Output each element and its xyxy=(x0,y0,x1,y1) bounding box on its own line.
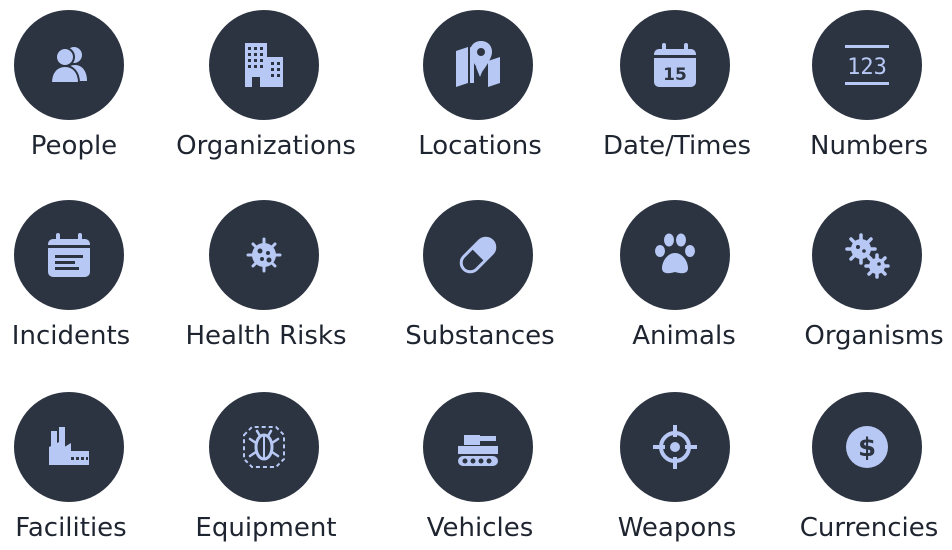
category-label: Organizations xyxy=(176,131,356,161)
factory-icon xyxy=(14,392,124,502)
category-tile-people[interactable]: People xyxy=(0,10,190,180)
numbers-text: 123 xyxy=(847,55,887,80)
category-label: Incidents xyxy=(11,321,131,351)
category-tile-organizations[interactable]: Organizations xyxy=(176,10,385,180)
tank-icon xyxy=(423,392,533,502)
people-icon xyxy=(14,10,124,120)
category-label: Organisms xyxy=(804,321,944,351)
category-label: Currencies xyxy=(799,513,939,543)
category-tile-facilities[interactable]: Facilities xyxy=(0,392,190,550)
category-tile-weapons[interactable]: Weapons xyxy=(606,392,796,550)
currency-symbol-text: $ xyxy=(858,433,876,463)
category-tile-equipment[interactable]: Equipment xyxy=(195,392,385,550)
category-label: Health Risks xyxy=(185,321,347,351)
crosshair-icon xyxy=(620,392,730,502)
category-label: Date/Times xyxy=(602,131,752,161)
category-tile-incidents[interactable]: Incidents xyxy=(0,200,190,370)
building-icon xyxy=(209,10,319,120)
category-label: Locations xyxy=(418,131,542,161)
category-label: People xyxy=(30,131,118,161)
category-tile-vehicles[interactable]: Vehicles xyxy=(409,392,599,550)
category-label: Equipment xyxy=(195,513,337,543)
category-label: Facilities xyxy=(15,513,127,543)
category-tile-locations[interactable]: Locations xyxy=(409,10,599,180)
category-label: Animals xyxy=(632,321,736,351)
gears-icon xyxy=(812,200,922,310)
category-label: Weapons xyxy=(617,513,737,543)
pill-icon xyxy=(423,200,533,310)
paw-icon xyxy=(620,200,730,310)
dollar-coin-icon: $ xyxy=(812,392,922,502)
virus-icon xyxy=(209,200,319,310)
category-tile-currencies[interactable]: $ Currencies xyxy=(798,392,952,550)
calendar-icon: 15 xyxy=(620,10,730,120)
category-tile-health-risks[interactable]: Health Risks xyxy=(185,200,385,370)
category-label: Vehicles xyxy=(426,513,534,543)
category-tile-substances[interactable]: Substances xyxy=(405,200,599,370)
category-tile-date-times[interactable]: 15 Date/Times xyxy=(603,10,796,180)
bug-frame-icon xyxy=(209,392,319,502)
category-tile-organisms[interactable]: Organisms xyxy=(798,200,952,370)
category-tile-numbers[interactable]: 123 Numbers xyxy=(798,10,952,180)
category-label: Substances xyxy=(405,321,555,351)
category-tile-animals[interactable]: Animals xyxy=(606,200,796,370)
incident-calendar-icon xyxy=(14,200,124,310)
map-pin-icon xyxy=(423,10,533,120)
calendar-day-text: 15 xyxy=(663,65,687,85)
category-grid: People Organizations Locations 15 Date/T… xyxy=(0,0,952,550)
numbers-icon: 123 xyxy=(812,10,922,120)
category-label: Numbers xyxy=(810,131,928,161)
